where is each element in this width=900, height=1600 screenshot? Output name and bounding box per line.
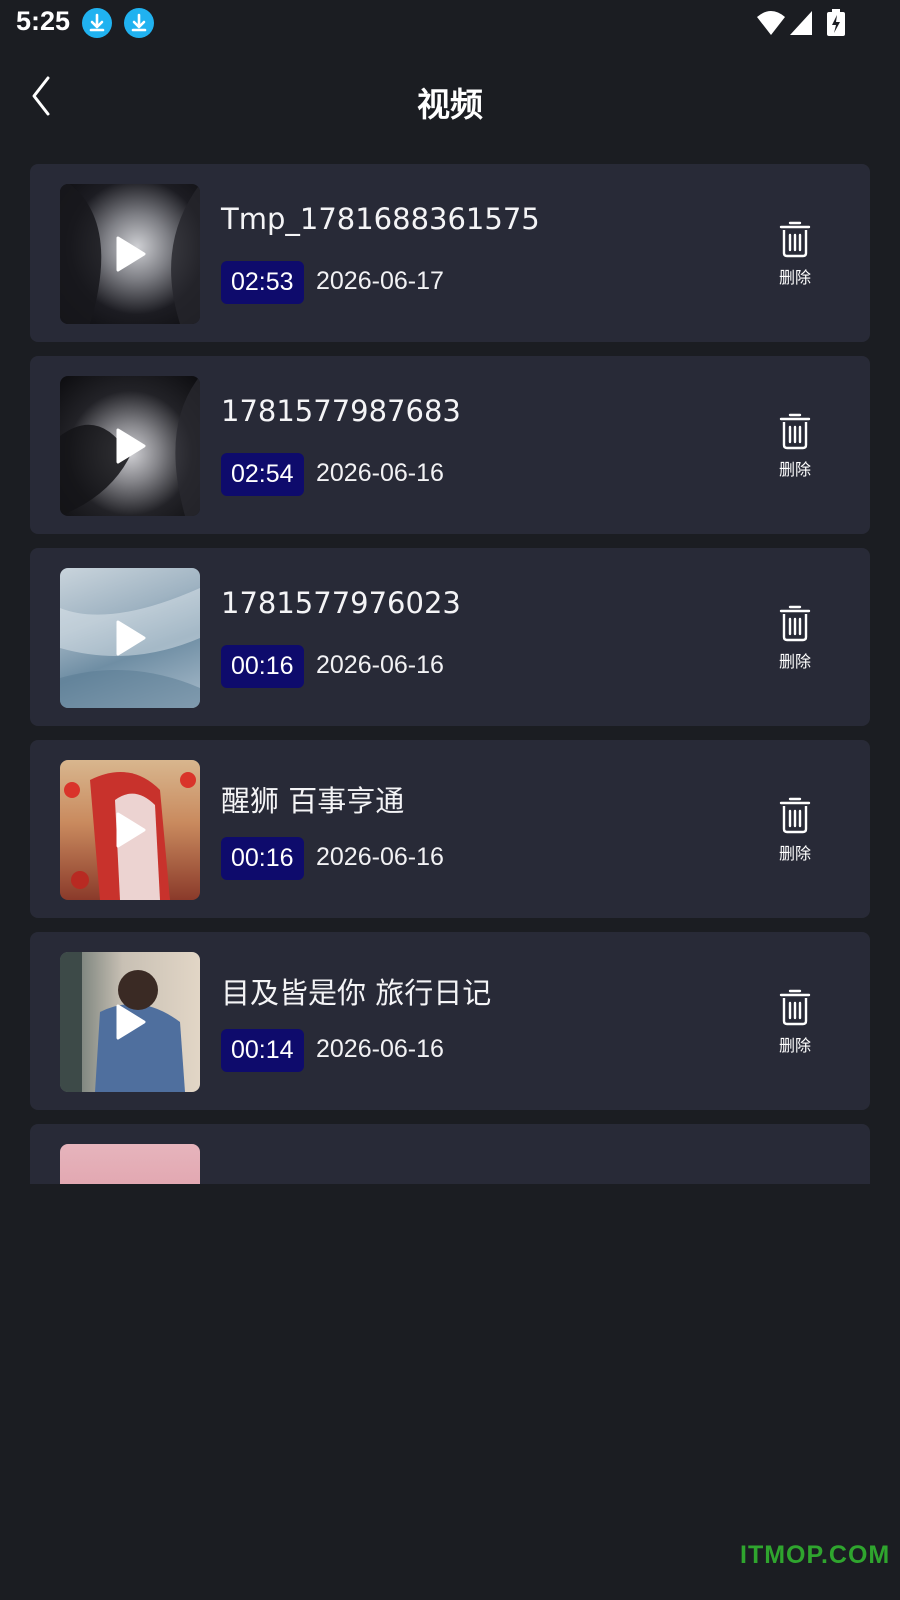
play-icon — [116, 428, 146, 464]
video-title: 1781577976023 — [221, 586, 461, 620]
battery-charging-icon — [826, 9, 846, 41]
duration-badge: 00:14 — [221, 1029, 304, 1072]
download-icon — [124, 8, 154, 38]
play-icon — [116, 236, 146, 272]
video-list-item[interactable]: 1781577987683 02:54 2026-06-16 删除 — [30, 356, 870, 534]
delete-label: 删除 — [778, 268, 811, 287]
header: 视频 — [0, 60, 900, 140]
delete-button[interactable]: 删除 — [767, 412, 823, 482]
delete-label: 删除 — [778, 652, 811, 671]
video-thumbnail[interactable] — [60, 568, 200, 708]
delete-label: 删除 — [778, 1036, 811, 1055]
video-date: 2026-06-16 — [316, 459, 444, 487]
signal-icon — [788, 9, 814, 41]
delete-label: 删除 — [778, 844, 811, 863]
delete-button[interactable]: 删除 — [767, 220, 823, 290]
video-date: 2026-06-16 — [316, 843, 444, 871]
status-time: 5:25 — [16, 6, 71, 36]
video-date: 2026-06-16 — [316, 1035, 444, 1063]
video-list-item[interactable] — [30, 1124, 870, 1184]
video-thumbnail[interactable] — [60, 952, 200, 1092]
trash-icon — [779, 797, 811, 834]
play-icon — [116, 1004, 146, 1040]
trash-icon — [779, 221, 811, 258]
download-icon — [82, 8, 112, 38]
video-list-item[interactable]: 醒狮 百事亨通 00:16 2026-06-16 删除 — [30, 740, 870, 918]
video-thumbnail[interactable] — [60, 184, 200, 324]
page-title: 视频 — [417, 85, 483, 124]
trash-icon — [779, 413, 811, 450]
duration-badge: 00:16 — [221, 645, 304, 688]
delete-button[interactable]: 删除 — [767, 988, 823, 1058]
video-title: 目及皆是你 旅行日记 — [221, 976, 492, 1010]
video-list-item[interactable]: 1781577976023 00:16 2026-06-16 删除 — [30, 548, 870, 726]
duration-badge: 02:54 — [221, 453, 304, 496]
delete-label: 删除 — [778, 460, 811, 479]
video-list-item[interactable]: Tmp_1781688361575 02:53 2026-06-17 删除 — [30, 164, 870, 342]
duration-badge: 02:53 — [221, 261, 304, 304]
delete-button[interactable]: 删除 — [767, 796, 823, 866]
delete-button[interactable]: 删除 — [767, 604, 823, 674]
video-thumbnail[interactable] — [60, 760, 200, 900]
video-title: 1781577987683 — [221, 394, 461, 428]
status-bar: 5:25 — [0, 0, 900, 48]
video-date: 2026-06-16 — [316, 651, 444, 679]
trash-icon — [779, 605, 811, 642]
duration-badge: 00:16 — [221, 837, 304, 880]
video-date: 2026-06-17 — [316, 267, 444, 295]
play-icon — [116, 812, 146, 848]
video-thumbnail[interactable] — [60, 376, 200, 516]
wifi-icon — [756, 9, 786, 41]
play-icon — [116, 620, 146, 656]
video-list-item[interactable]: 目及皆是你 旅行日记 00:14 2026-06-16 删除 — [30, 932, 870, 1110]
trash-icon — [779, 989, 811, 1026]
video-title: Tmp_1781688361575 — [221, 202, 540, 236]
video-thumbnail[interactable] — [60, 1144, 200, 1184]
video-list[interactable]: Tmp_1781688361575 02:53 2026-06-17 删除 17… — [0, 160, 900, 1184]
video-title: 醒狮 百事亨通 — [221, 784, 405, 818]
watermark: ITMOP.COM — [740, 1541, 891, 1569]
